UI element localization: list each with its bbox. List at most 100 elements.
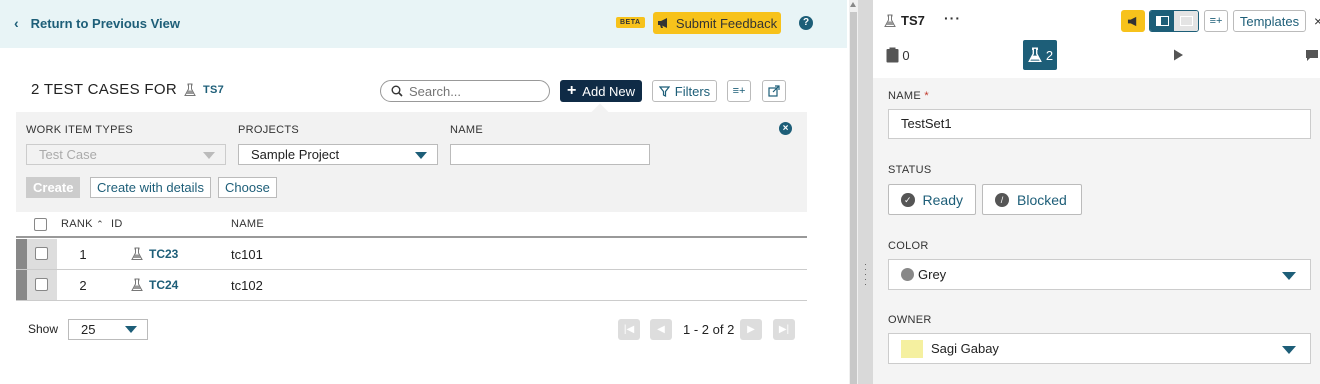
name-field-label-text: NAME [888, 90, 921, 102]
add-new-label: Add New [582, 83, 636, 99]
scrollbar-thumb[interactable] [850, 12, 857, 384]
owner-select[interactable]: Sagi Gabay [888, 333, 1311, 364]
filters-label: Filters [674, 83, 711, 99]
name-field-label: NAME * [888, 90, 929, 102]
return-to-previous-view-link[interactable]: ‹ Return to Previous View [14, 15, 180, 31]
add-new-button[interactable]: + Add New [560, 80, 642, 102]
next-page-icon: ▶ [747, 324, 755, 335]
tab-run[interactable] [1168, 40, 1188, 70]
table-header: RANK ⌃ ID NAME [16, 212, 807, 238]
templates-button[interactable]: Templates [1233, 10, 1306, 32]
scroll-up-icon[interactable] [850, 2, 856, 7]
detail-pane: TS7 ··· ≡+ Templates × 0 2 NAME * TestSe… [873, 0, 1320, 384]
close-detail-icon[interactable]: × [1314, 13, 1320, 29]
share-button[interactable] [762, 80, 786, 102]
more-options-icon[interactable]: ··· [944, 10, 961, 26]
status-ready-button[interactable]: ✓ Ready [888, 184, 976, 215]
color-field-label: COLOR [888, 240, 929, 252]
help-icon[interactable]: ? [799, 16, 813, 30]
page-title: 2 TEST CASES FOR TS7 [31, 81, 224, 98]
tab-comments[interactable]: 0 [883, 40, 913, 70]
name-field-input[interactable]: TestSet1 [888, 109, 1311, 139]
tests-count: 2 [1045, 47, 1054, 63]
megaphone-icon [657, 18, 667, 28]
flask-icon [884, 14, 896, 27]
detail-title: TS7 [883, 13, 925, 28]
row-checkbox-cell [27, 239, 57, 269]
create-with-details-button[interactable]: Create with details [90, 177, 211, 198]
row-stripe [16, 239, 27, 269]
id-column-header[interactable]: ID [111, 218, 123, 230]
chevron-down-icon [125, 326, 137, 333]
tab-tests[interactable]: 2 [1023, 40, 1057, 70]
table-row[interactable]: 2 TC24 tc102 [16, 270, 807, 301]
next-page-button[interactable]: ▶ [740, 319, 762, 340]
columns-icon: ≡+ [1209, 15, 1223, 27]
detail-title-text: TS7 [901, 13, 925, 28]
plus-icon: + [566, 82, 577, 99]
last-page-icon: ▶| [778, 324, 790, 335]
chevron-down-icon [415, 152, 427, 159]
select-all-checkbox[interactable] [34, 218, 47, 231]
layout-toggle[interactable] [1149, 10, 1199, 32]
create-button: Create [26, 177, 81, 198]
search-box[interactable] [380, 80, 550, 102]
project-select[interactable]: Sample Project [238, 144, 438, 165]
last-page-button[interactable]: ▶| [773, 319, 795, 340]
play-icon [1173, 49, 1183, 61]
drag-handle-icon[interactable]: · · · · · [864, 260, 867, 289]
detail-columns-button[interactable]: ≡+ [1204, 10, 1228, 32]
prev-page-button[interactable]: ◀ [650, 319, 672, 340]
test-cases-pane: ‹ Return to Previous View BETA Submit Fe… [0, 0, 847, 384]
first-page-icon: |◀ [623, 324, 635, 335]
project-value: Sample Project [251, 147, 340, 162]
detail-tabs: 0 2 [873, 40, 1320, 70]
first-page-button[interactable]: |◀ [618, 319, 640, 340]
feedback-label: Submit Feedback [675, 15, 778, 31]
status-ready-label: Ready [922, 191, 963, 208]
blocked-icon: / [995, 192, 1009, 207]
work-item-types-label: WORK ITEM TYPES [26, 124, 133, 136]
row-id-link[interactable]: TC24 [130, 278, 178, 292]
tab-discussion[interactable] [1304, 40, 1320, 70]
page-size-select[interactable]: 25 [68, 319, 148, 340]
color-swatch-icon [901, 268, 914, 281]
work-item-type-value: Test Case [39, 147, 97, 162]
status-blocked-label: Blocked [1017, 191, 1067, 208]
close-icon[interactable]: × [779, 122, 792, 135]
flask-icon [131, 278, 143, 291]
required-marker: * [924, 90, 929, 102]
choose-button[interactable]: Choose [218, 177, 277, 198]
split-layout-icon[interactable] [1150, 11, 1174, 31]
filters-button[interactable]: Filters [652, 80, 717, 102]
columns-button[interactable]: ≡+ [727, 80, 751, 102]
row-rank: 2 [79, 278, 87, 293]
projects-label: PROJECTS [238, 124, 300, 136]
row-id-link[interactable]: TC23 [130, 247, 178, 261]
rank-column-header[interactable]: RANK ⌃ [61, 218, 104, 230]
pane-splitter[interactable]: · · · · · [858, 0, 873, 384]
status-blocked-button[interactable]: / Blocked [982, 184, 1082, 215]
row-checkbox[interactable] [35, 278, 48, 291]
full-layout-icon[interactable] [1174, 11, 1198, 31]
vertical-scrollbar[interactable] [849, 0, 858, 384]
rank-header-label: RANK [61, 218, 93, 230]
color-value: Grey [918, 267, 947, 282]
flask-icon [1028, 47, 1042, 62]
test-set-link[interactable]: TS7 [203, 84, 224, 96]
search-input[interactable] [409, 83, 539, 99]
pagination-text: 1 - 2 of 2 [683, 322, 735, 337]
row-checkbox[interactable] [35, 247, 48, 260]
feedback-icon-button[interactable] [1121, 10, 1145, 32]
table-row[interactable]: 1 TC23 tc101 [16, 239, 807, 270]
color-select[interactable]: Grey [888, 259, 1311, 290]
panel-caret [591, 103, 609, 121]
submit-feedback-button[interactable]: Submit Feedback [653, 12, 781, 34]
name-column-header[interactable]: NAME [231, 218, 264, 230]
row-id: TC24 [149, 278, 179, 292]
return-label: Return to Previous View [30, 15, 180, 31]
add-item-panel: WORK ITEM TYPES PROJECTS NAME × Test Cas… [16, 103, 807, 212]
chevron-down-icon [203, 152, 215, 159]
avatar [901, 339, 923, 358]
name-input[interactable] [450, 144, 650, 165]
